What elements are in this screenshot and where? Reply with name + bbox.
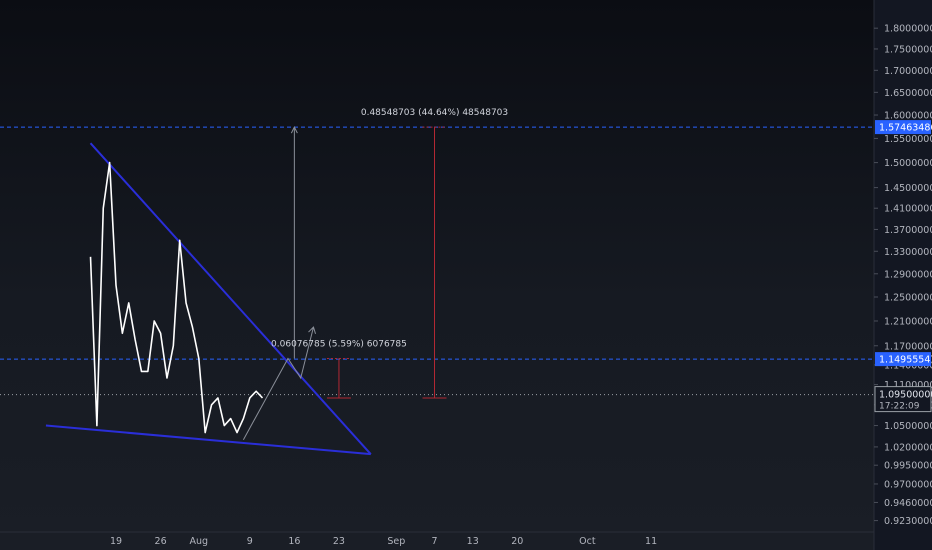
y-tick-label: 1.330000000 [884, 247, 932, 258]
level-current-badge-label: 1.095000000 [879, 390, 932, 401]
level-target-badge-label: 1.57463486 [879, 123, 932, 134]
y-tick-label: 0.970000000 [884, 479, 932, 490]
level-current-badge-time: 17:22:09 [879, 402, 920, 412]
x-tick-label: Oct [579, 536, 596, 547]
x-tick-label: 16 [288, 536, 300, 547]
y-tick-label: 1.750000000 [884, 44, 932, 55]
price-levels [0, 126, 874, 396]
x-tick-label: Sep [387, 536, 405, 547]
price-chart[interactable]: 0.06076785 (5.59%) 6076785 0.48548703 (44… [0, 0, 932, 550]
y-tick-label: 0.946000000 [884, 498, 932, 509]
y-tick-label: 0.995000000 [884, 461, 932, 472]
y-tick-label: 1.370000000 [884, 225, 932, 236]
x-tick-label: 26 [155, 536, 167, 547]
level-breakout-badge-label: 1.14955547 [879, 355, 932, 366]
y-tick-label: 1.600000000 [884, 111, 932, 122]
y-tick-label: 1.210000000 [884, 316, 932, 327]
x-tick-label: 13 [467, 536, 479, 547]
series-price [89, 161, 264, 434]
x-tick-label: 11 [645, 536, 657, 547]
y-tick-label: 1.500000000 [884, 158, 932, 169]
y-tick-label: 1.250000000 [884, 293, 932, 304]
y-axis[interactable]: 0.923000000 0.946000000 0.970000000 0.99500… [873, 0, 932, 550]
lower-trendline[interactable] [45, 424, 371, 456]
y-tick-label: 1.450000000 [884, 183, 932, 194]
y-tick-label: 0.923000000 [884, 516, 932, 527]
trendlines[interactable] [45, 142, 372, 456]
x-tick-label: Aug [190, 536, 209, 547]
price-series [89, 161, 264, 434]
measure-large-label: 0.48548703 (44.64%) 48548703 [361, 108, 508, 118]
y-tick-label: 1.410000000 [884, 204, 932, 215]
x-tick-label: 23 [333, 536, 345, 547]
x-tick-label: 19 [110, 536, 122, 547]
y-tick-label: 1.800000000 [884, 24, 932, 35]
x-axis[interactable]: 19 26 Aug 9 16 23 Sep 7 13 20 Oct 11 [0, 531, 874, 547]
x-tick-label: 20 [511, 536, 523, 547]
x-tick-label: 9 [247, 536, 253, 547]
x-tick-label: 7 [431, 536, 437, 547]
y-tick-label: 1.700000000 [884, 66, 932, 77]
y-tick-label: 1.170000000 [884, 341, 932, 352]
y-tick-label: 1.290000000 [884, 269, 932, 280]
y-tick-label: 1.020000000 [884, 442, 932, 453]
upper-trendline[interactable] [89, 142, 372, 455]
y-tick-label: 1.650000000 [884, 88, 932, 99]
y-tick-label: 1.050000000 [884, 421, 932, 432]
y-tick-label: 1.550000000 [884, 134, 932, 145]
measure-small-label: 0.06076785 (5.59%) 6076785 [271, 339, 407, 349]
